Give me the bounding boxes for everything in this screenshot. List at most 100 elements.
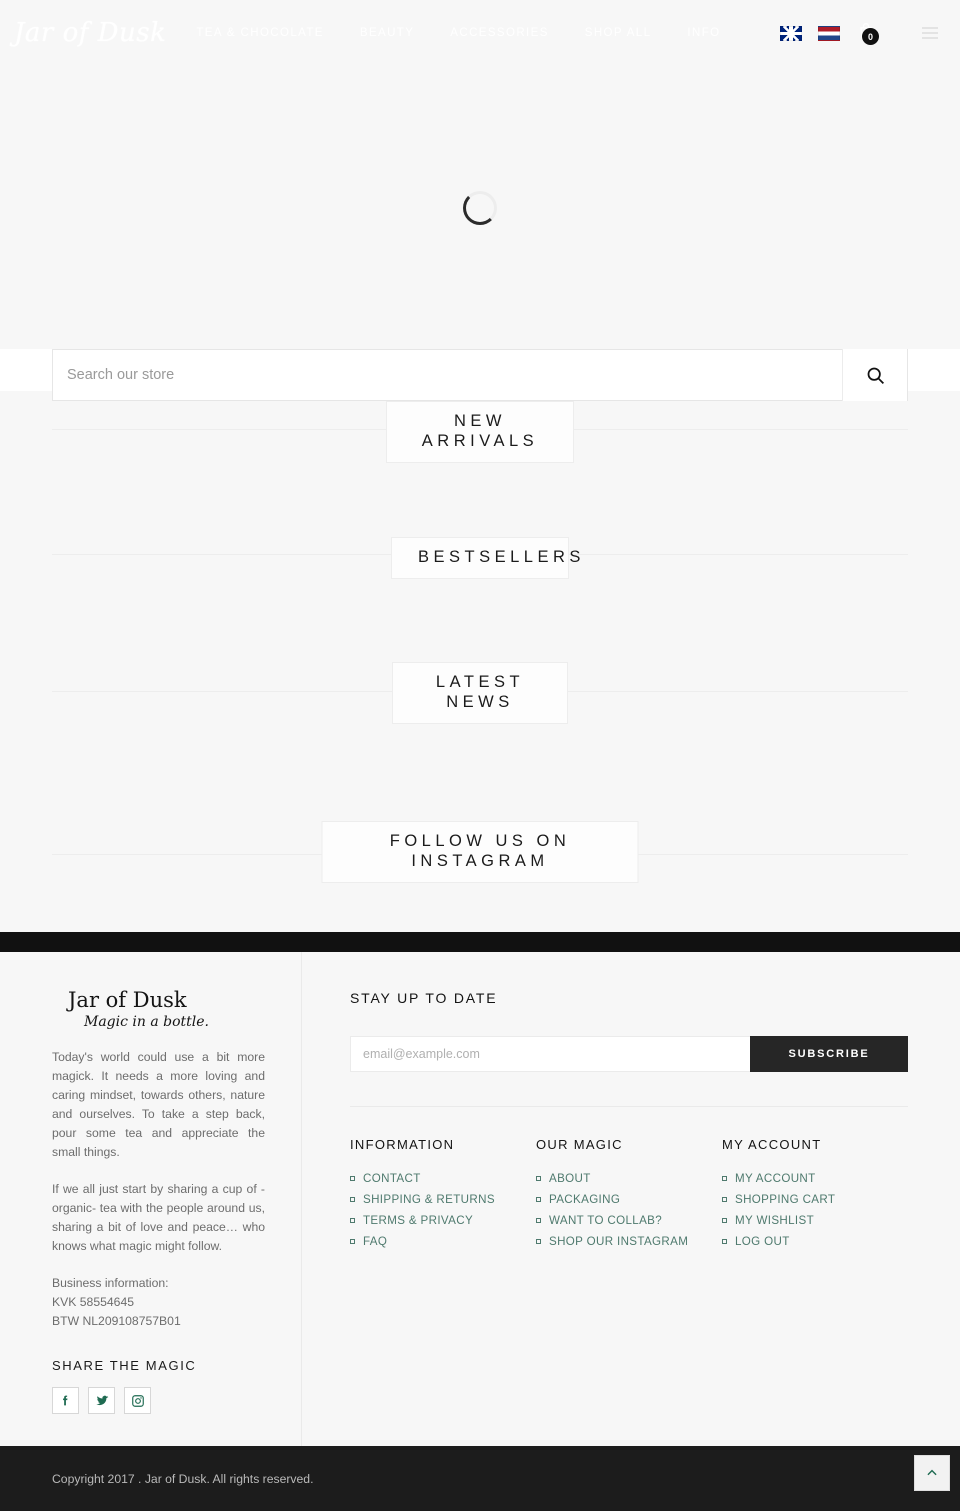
section-instagram: FOLLOW US ON INSTAGRAM (0, 812, 960, 932)
nav-item-beauty[interactable]: BEAUTY (360, 27, 414, 39)
nav-item-info[interactable]: INFO (687, 27, 720, 39)
footer-link-my-account[interactable]: MY ACCOUNT (735, 1172, 816, 1185)
list-item: LOG OUT (722, 1235, 908, 1248)
list-item: ABOUT (536, 1172, 722, 1185)
nav-item-accessories[interactable]: ACCESSORIES (450, 27, 548, 39)
bullet-icon (350, 1239, 355, 1244)
nav-item-shop-all[interactable]: SHOP ALL (585, 27, 652, 39)
newsletter-form: SUBSCRIBE (350, 1036, 908, 1072)
facebook-button[interactable] (52, 1387, 79, 1415)
list-item: SHIPPING & RETURNS (350, 1193, 536, 1206)
section-title-instagram: FOLLOW US ON INSTAGRAM (321, 821, 639, 883)
footer-link-want-to-collab[interactable]: WANT TO COLLAB? (549, 1214, 662, 1227)
newsletter-title: STAY UP TO DATE (350, 990, 498, 1006)
list-item: CONTACT (350, 1172, 536, 1185)
footer-column-information: INFORMATION CONTACT SHIPPING & RETURNS T… (350, 1137, 536, 1256)
business-information: Business information: KVK 58554645 BTW N… (52, 1274, 265, 1330)
bullet-icon (722, 1197, 727, 1202)
nav-item-tea-chocolate[interactable]: TEA & CHOCOLATE (196, 27, 324, 39)
list-item: MY WISHLIST (722, 1214, 908, 1227)
footer-link-shop-our-instagram[interactable]: SHOP OUR INSTAGRAM (549, 1235, 688, 1248)
column-heading-information: INFORMATION (350, 1137, 455, 1152)
business-label: Business information: (52, 1276, 169, 1291)
footer-column-our-magic: OUR MAGIC ABOUT PACKAGING WANT TO COLLAB… (536, 1137, 722, 1256)
footer-top-divider (0, 932, 960, 952)
site-header: Jar of Dusk TEA & CHOCOLATE BEAUTY ACCES… (0, 0, 960, 66)
bullet-icon (536, 1197, 541, 1202)
list-item: TERMS & PRIVACY (350, 1214, 536, 1227)
section-title-bestsellers: BESTSELLERS (391, 537, 580, 579)
footer-link-about[interactable]: ABOUT (549, 1172, 591, 1185)
instagram-button[interactable] (124, 1387, 151, 1415)
list-item: PACKAGING (536, 1193, 722, 1206)
bullet-icon (536, 1239, 541, 1244)
search-input[interactable] (53, 367, 842, 383)
header-actions: 0 (780, 0, 960, 66)
cart-button[interactable]: 0 (856, 22, 879, 45)
footer-link-shipping-returns[interactable]: SHIPPING & RETURNS (363, 1193, 495, 1206)
site-logo[interactable]: Jar of Dusk (14, 20, 166, 46)
newsletter-email-input[interactable] (350, 1036, 750, 1072)
footer-link-faq[interactable]: FAQ (363, 1235, 387, 1248)
bullet-icon (350, 1176, 355, 1181)
section-new-arrivals: NEW ARRIVALS (0, 401, 960, 532)
section-bestsellers: BESTSELLERS (0, 532, 960, 657)
business-kvk: KVK 58554645 (52, 1294, 134, 1309)
social-links (52, 1387, 265, 1415)
column-heading-my-account: MY ACCOUNT (722, 1137, 822, 1152)
list-item: FAQ (350, 1235, 536, 1248)
footer-link-log-out[interactable]: LOG OUT (735, 1235, 790, 1248)
search-button[interactable] (843, 349, 907, 401)
copyright-bar: Copyright 2017 . Jar of Dusk. All rights… (0, 1446, 960, 1511)
footer-about-column: Jar of Dusk Magic in a bottle. Today's w… (0, 952, 302, 1446)
footer-logo-tagline: Magic in a bottle. (84, 1014, 210, 1030)
bullet-icon (536, 1218, 541, 1223)
flag-uk-icon[interactable] (780, 25, 802, 41)
instagram-icon (131, 1394, 144, 1407)
loading-area (0, 66, 960, 349)
column-heading-our-magic: OUR MAGIC (536, 1137, 623, 1152)
section-title-new-arrivals: NEW ARRIVALS (386, 401, 574, 463)
footer-link-packaging[interactable]: PACKAGING (549, 1193, 620, 1206)
subscribe-button[interactable]: SUBSCRIBE (750, 1036, 908, 1072)
footer-link-columns: INFORMATION CONTACT SHIPPING & RETURNS T… (350, 1137, 908, 1256)
bullet-icon (722, 1218, 727, 1223)
copyright-text: Copyright 2017 . Jar of Dusk. All rights… (52, 1471, 314, 1486)
bullet-icon (350, 1218, 355, 1223)
section-title-latest-news: LATEST NEWS (392, 662, 568, 724)
bullet-icon (350, 1197, 355, 1202)
share-the-magic-title: SHARE THE MAGIC (52, 1358, 197, 1374)
business-btw: BTW NL209108757B01 (52, 1313, 181, 1328)
footer-main-column: STAY UP TO DATE SUBSCRIBE INFORMATION CO… (302, 952, 960, 1446)
twitter-button[interactable] (88, 1387, 115, 1415)
list-item: SHOP OUR INSTAGRAM (536, 1235, 722, 1248)
bullet-icon (536, 1176, 541, 1181)
search-bar (52, 349, 908, 401)
facebook-icon (63, 1395, 68, 1406)
footer-link-contact[interactable]: CONTACT (363, 1172, 421, 1185)
back-to-top-button[interactable] (914, 1455, 950, 1491)
bullet-icon (722, 1239, 727, 1244)
main-navigation: TEA & CHOCOLATE BEAUTY ACCESSORIES SHOP … (196, 27, 756, 39)
cart-count-badge: 0 (862, 28, 879, 45)
search-icon (867, 367, 884, 384)
footer-link-shopping-cart[interactable]: SHOPPING CART (735, 1193, 835, 1206)
footer-link-my-wishlist[interactable]: MY WISHLIST (735, 1214, 814, 1227)
flag-nl-icon[interactable] (818, 25, 840, 41)
footer-divider-line (350, 1106, 908, 1107)
list-item: MY ACCOUNT (722, 1172, 908, 1185)
footer-logo[interactable]: Jar of Dusk (68, 990, 265, 1011)
page-root: Jar of Dusk TEA & CHOCOLATE BEAUTY ACCES… (0, 0, 960, 1511)
bullet-icon (722, 1176, 727, 1181)
twitter-icon (95, 1395, 108, 1405)
site-footer: Jar of Dusk Magic in a bottle. Today's w… (0, 952, 960, 1446)
list-item: WANT TO COLLAB? (536, 1214, 722, 1227)
footer-paragraph-1: Today's world could use a bit more magic… (52, 1050, 265, 1160)
footer-column-my-account: MY ACCOUNT MY ACCOUNT SHOPPING CART MY W… (722, 1137, 908, 1256)
footer-link-terms-privacy[interactable]: TERMS & PRIVACY (363, 1214, 473, 1227)
hamburger-icon[interactable] (922, 27, 938, 39)
section-latest-news: LATEST NEWS (0, 657, 960, 812)
list-item: SHOPPING CART (722, 1193, 908, 1206)
loading-spinner-icon (463, 190, 497, 225)
chevron-up-icon (927, 1469, 937, 1476)
